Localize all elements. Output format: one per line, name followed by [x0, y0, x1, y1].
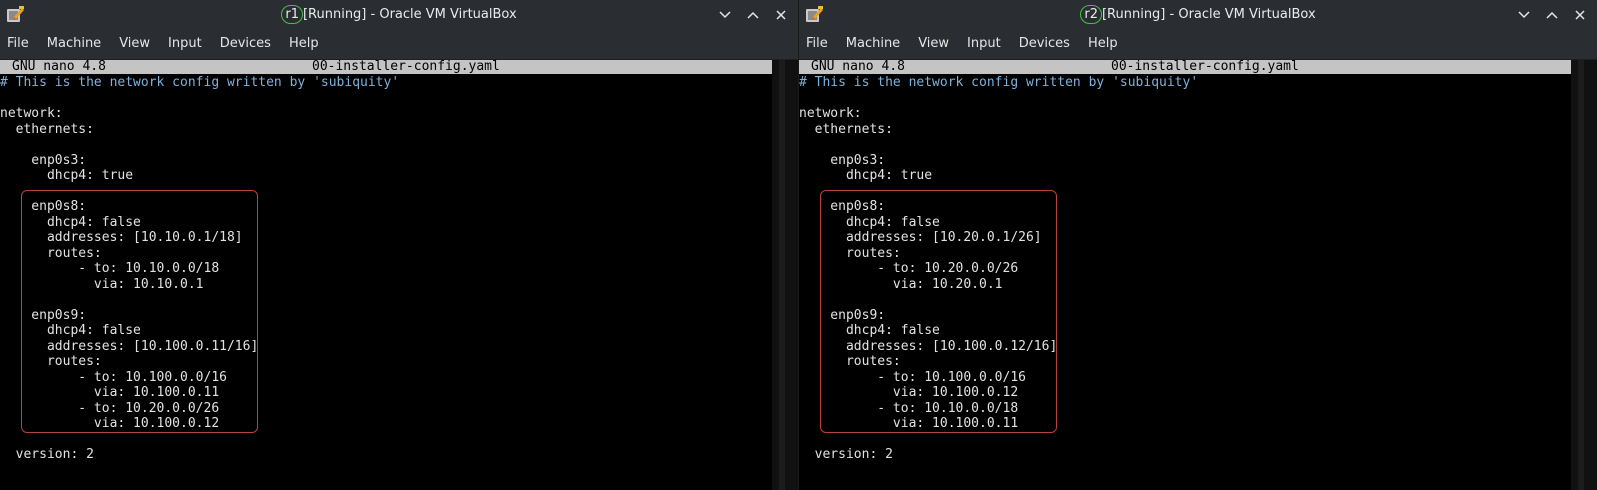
- terminal-screen[interactable]: GNU nano 4.8 00-installer-config.yaml # …: [0, 60, 798, 490]
- maximize-button[interactable]: [742, 5, 764, 25]
- window-controls: [714, 5, 792, 25]
- terminal-screen[interactable]: GNU nano 4.8 00-installer-config.yaml # …: [799, 60, 1597, 490]
- code-line: enp0s3:: [0, 152, 87, 168]
- menu-help[interactable]: Help: [1079, 29, 1127, 59]
- menu-file[interactable]: File: [799, 29, 837, 59]
- code-line: dhcp4: true: [799, 168, 933, 183]
- nano-header: GNU nano 4.8 00-installer-config.yaml: [799, 60, 1571, 74]
- code-line: ethernets:: [799, 121, 893, 137]
- menu-input[interactable]: Input: [159, 29, 211, 59]
- close-icon: [1575, 10, 1585, 20]
- code-line: version: 2: [799, 447, 893, 462]
- title-bar[interactable]: r2 [Running] - Oracle VM VirtualBox: [799, 0, 1597, 29]
- code-line: version: 2: [0, 447, 94, 462]
- code-line: enp0s3:: [799, 152, 886, 168]
- title-bar[interactable]: r1 [Running] - Oracle VM VirtualBox: [0, 0, 798, 29]
- nano-filename: 00-installer-config.yaml: [312, 59, 500, 74]
- vm-window-r1: r1 [Running] - Oracle VM VirtualBox File M…: [0, 0, 798, 490]
- window-title-text: [Running] - Oracle VM VirtualBox: [302, 7, 517, 22]
- menu-bar: File Machine View Input Devices Help: [799, 29, 1597, 60]
- menu-input[interactable]: Input: [958, 29, 1010, 59]
- nano-version: GNU nano 4.8: [12, 59, 106, 74]
- highlight-annotation-box: [820, 190, 1058, 433]
- menu-view[interactable]: View: [110, 29, 159, 59]
- chevron-up-icon: [747, 11, 759, 19]
- menu-view[interactable]: View: [909, 29, 958, 59]
- nano-header: GNU nano 4.8 00-installer-config.yaml: [0, 60, 772, 74]
- scrollbar[interactable]: [772, 60, 798, 490]
- menu-machine[interactable]: Machine: [38, 29, 110, 59]
- code-line: network:: [799, 106, 862, 121]
- close-icon: [776, 10, 786, 20]
- code-line: network:: [0, 106, 63, 121]
- maximize-button[interactable]: [1541, 5, 1563, 25]
- window-controls: [1513, 5, 1591, 25]
- scroll-track: [779, 60, 785, 490]
- close-button[interactable]: [1569, 5, 1591, 25]
- code-line: # This is the network config written by …: [799, 75, 1199, 90]
- vm-name-badge: r2: [1080, 5, 1102, 24]
- minimize-button[interactable]: [1513, 5, 1535, 25]
- menu-file[interactable]: File: [0, 29, 38, 59]
- window-title: r2 [Running] - Oracle VM VirtualBox: [799, 0, 1597, 29]
- nano-filename: 00-installer-config.yaml: [1111, 59, 1299, 74]
- chevron-down-icon: [719, 11, 731, 19]
- minimize-button[interactable]: [714, 5, 736, 25]
- close-button[interactable]: [770, 5, 792, 25]
- vm-name-badge: r1: [281, 5, 303, 24]
- code-line: # This is the network config written by …: [0, 75, 400, 90]
- menu-help[interactable]: Help: [280, 29, 328, 59]
- menu-devices[interactable]: Devices: [1010, 29, 1079, 59]
- menu-bar: File Machine View Input Devices Help: [0, 29, 798, 60]
- code-line: ethernets:: [0, 121, 94, 137]
- scrollbar[interactable]: [1571, 60, 1597, 490]
- scroll-track: [1578, 60, 1584, 490]
- window-title: r1 [Running] - Oracle VM VirtualBox: [0, 0, 798, 29]
- nano-version: GNU nano 4.8: [811, 59, 905, 74]
- menu-devices[interactable]: Devices: [211, 29, 280, 59]
- menu-machine[interactable]: Machine: [837, 29, 909, 59]
- code-line: dhcp4: true: [0, 168, 134, 183]
- window-title-text: [Running] - Oracle VM VirtualBox: [1101, 7, 1316, 22]
- chevron-down-icon: [1518, 11, 1530, 19]
- vm-window-r2: r2 [Running] - Oracle VM VirtualBox File M…: [799, 0, 1597, 490]
- chevron-up-icon: [1546, 11, 1558, 19]
- highlight-annotation-box: [21, 190, 259, 433]
